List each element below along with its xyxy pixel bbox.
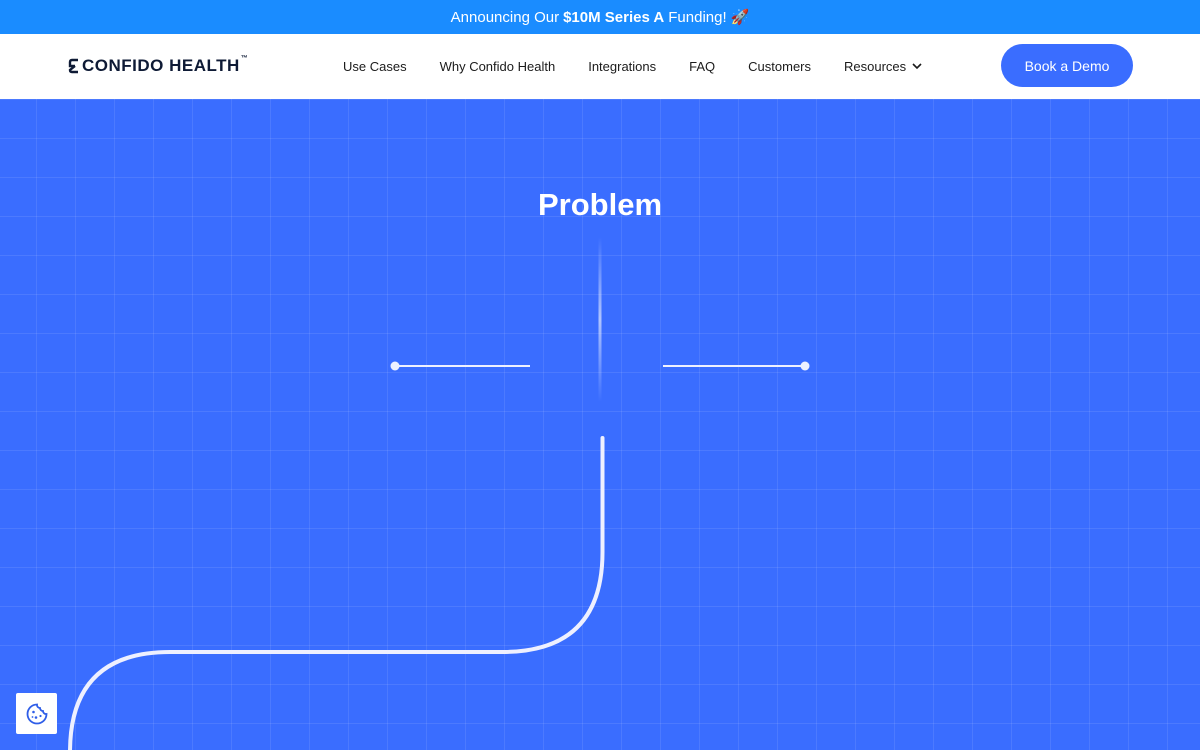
nav-label: Resources xyxy=(844,59,907,74)
cookie-icon xyxy=(26,703,47,724)
nav-label: Integrations xyxy=(588,59,657,74)
announcement-suffix: Funding! xyxy=(668,8,727,26)
book-demo-button[interactable]: Book a Demo xyxy=(1001,44,1133,87)
nav-integrations[interactable]: Integrations xyxy=(588,59,656,74)
nav-label: FAQ xyxy=(689,59,716,74)
logo-text: CONFIDO HEALTH xyxy=(82,56,240,75)
site-header: CONFIDO HEALTH ™ Use Cases Why Confido H… xyxy=(0,34,1200,99)
nav-label: Use Cases xyxy=(343,59,407,74)
nav-resources-dropdown[interactable]: Resources xyxy=(844,59,922,74)
left-connector-dot xyxy=(390,361,400,371)
nav-customers[interactable]: Customers xyxy=(748,59,811,74)
nav-label: Why Confido Health xyxy=(439,59,556,74)
announcement-bar[interactable]: Announcing Our $10M Series A Funding! 🚀 xyxy=(0,0,1200,34)
vertical-glow-line xyxy=(598,237,602,402)
chevron-down-icon xyxy=(912,63,922,70)
nav-use-cases[interactable]: Use Cases xyxy=(343,59,407,74)
announcement-highlight: $10M Series A xyxy=(563,8,665,26)
cookie-settings-button[interactable] xyxy=(16,693,57,734)
logo[interactable]: CONFIDO HEALTH ™ xyxy=(68,55,248,77)
nav-faq[interactable]: FAQ xyxy=(689,59,715,74)
hero-section: Problem xyxy=(0,99,1200,750)
decorative-lines xyxy=(68,237,810,750)
rocket-icon: 🚀 xyxy=(730,9,750,26)
nav-why-confido-health[interactable]: Why Confido Health xyxy=(440,59,556,74)
main-nav: Use Cases Why Confido Health Integration… xyxy=(343,34,922,99)
logo-trademark: ™ xyxy=(240,54,249,62)
right-connector-dot xyxy=(800,361,810,371)
flow-path xyxy=(68,436,605,750)
logo-mark-icon xyxy=(68,58,78,74)
nav-label: Customers xyxy=(748,59,812,74)
announcement-prefix: Announcing Our xyxy=(450,8,560,26)
